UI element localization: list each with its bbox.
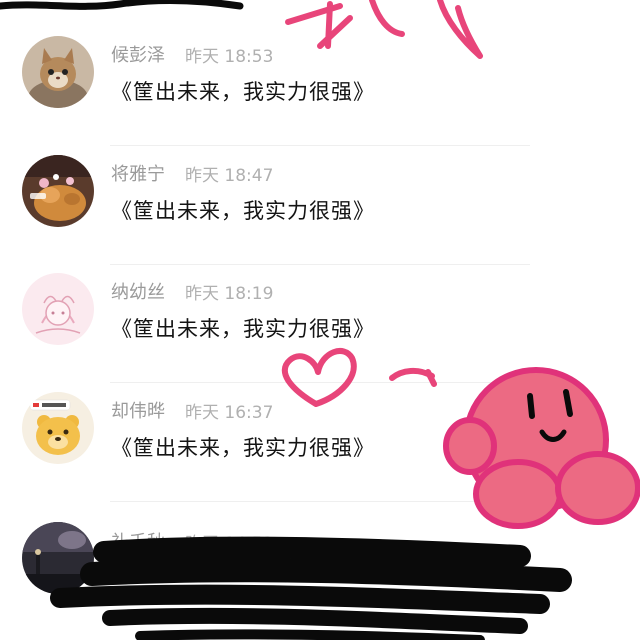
comment-meta: 礼千秋 昨天 14:52 bbox=[111, 528, 273, 554]
comment-time: 昨天 18:47 bbox=[185, 165, 274, 186]
username[interactable]: 礼千秋 bbox=[111, 528, 165, 554]
comment-time: 昨天 18:19 bbox=[185, 283, 274, 304]
comment-time: 昨天 18:53 bbox=[185, 46, 274, 67]
dog-avatar-icon[interactable] bbox=[22, 155, 94, 227]
cat-avatar-icon[interactable] bbox=[22, 36, 94, 108]
comment-text: 《筐出未来，我实力很强》 bbox=[111, 80, 375, 104]
comment-list: 候彭泽 昨天 18:53 《筐出未来，我实力很强》 将雅宁 昨天 18:47 《… bbox=[0, 0, 640, 640]
comment-time: 昨天 14:52 bbox=[185, 533, 274, 554]
comment-time: 昨天 16:37 bbox=[185, 402, 274, 423]
divider bbox=[110, 145, 530, 146]
username[interactable]: 却伟晔 bbox=[111, 397, 165, 423]
comment-meta: 却伟晔 昨天 16:37 bbox=[111, 397, 273, 423]
comment-meta: 候彭泽 昨天 18:53 bbox=[111, 41, 273, 67]
comment-screen: 候彭泽 昨天 18:53 《筐出未来，我实力很强》 将雅宁 昨天 18:47 《… bbox=[0, 0, 640, 640]
comment-item[interactable]: 候彭泽 昨天 18:53 《筐出未来，我实力很强》 bbox=[0, 28, 640, 146]
night-scene-avatar-icon[interactable] bbox=[22, 522, 94, 594]
anime-sketch-avatar-icon[interactable] bbox=[22, 273, 94, 345]
comment-item[interactable]: 礼千秋 昨天 14:52 bbox=[0, 502, 640, 620]
comment-item[interactable]: 将雅宁 昨天 18:47 《筐出未来，我实力很强》 bbox=[0, 147, 640, 265]
comment-text: 《筐出未来，我实力很强》 bbox=[111, 199, 375, 223]
comment-item[interactable]: 纳幼丝 昨天 18:19 《筐出未来，我实力很强》 bbox=[0, 265, 640, 383]
divider bbox=[110, 382, 530, 383]
comment-text: 《筐出未来，我实力很强》 bbox=[111, 317, 375, 341]
username[interactable]: 纳幼丝 bbox=[111, 278, 165, 304]
username[interactable]: 候彭泽 bbox=[111, 41, 165, 67]
comment-meta: 将雅宁 昨天 18:47 bbox=[111, 160, 273, 186]
comment-text: 《筐出未来，我实力很强》 bbox=[111, 436, 375, 460]
comment-item[interactable]: 却伟晔 昨天 16:37 《筐出未来，我实力很强》 bbox=[0, 384, 640, 502]
comment-meta: 纳幼丝 昨天 18:19 bbox=[111, 278, 273, 304]
username[interactable]: 将雅宁 bbox=[111, 160, 165, 186]
cartoon-bear-avatar-icon[interactable] bbox=[22, 392, 94, 464]
